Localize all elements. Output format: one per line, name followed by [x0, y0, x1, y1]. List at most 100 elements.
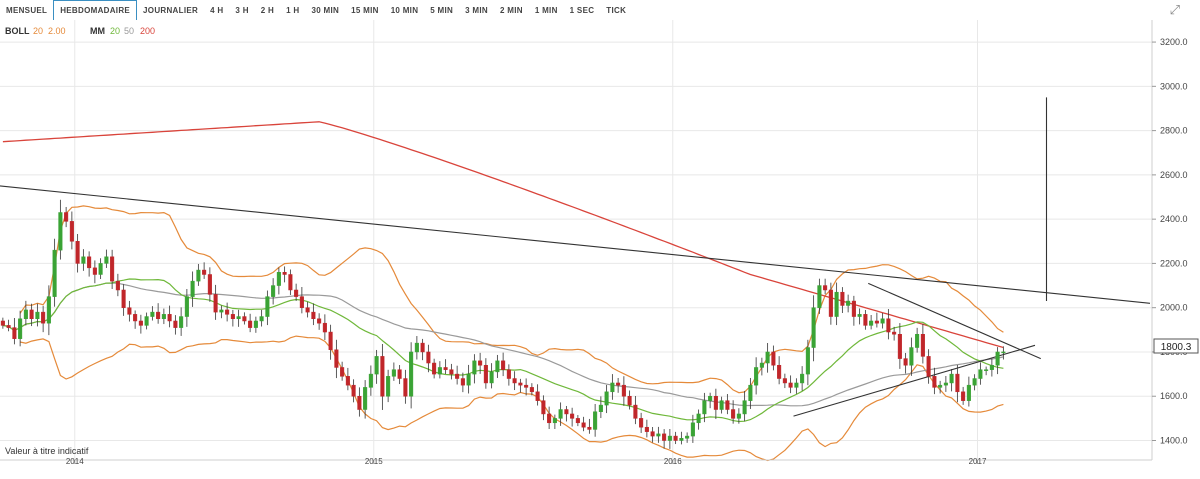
candle-body: [144, 316, 149, 326]
candle-body: [380, 356, 385, 397]
price-tick-label: 2800.0: [1160, 126, 1188, 136]
candle-body: [547, 413, 552, 424]
candle-body: [202, 269, 207, 275]
candle-body: [403, 378, 408, 397]
candle-body: [506, 369, 511, 379]
candle-body: [834, 291, 839, 317]
tab-journalier[interactable]: JOURNALIER: [137, 0, 204, 20]
candle-body: [368, 373, 373, 388]
candle-body: [811, 307, 816, 348]
candle-body: [167, 314, 172, 322]
candle-body: [397, 369, 402, 379]
candle-body: [161, 314, 166, 320]
disclaimer: Valeur à titre indicatif: [5, 446, 89, 456]
tab-10-min[interactable]: 10 MIN: [385, 0, 425, 20]
legend-boll-params: 20 2.00: [33, 26, 66, 36]
candle-body: [869, 320, 874, 326]
tab-2-min[interactable]: 2 MIN: [494, 0, 529, 20]
candle-body: [800, 373, 805, 384]
candle-body: [673, 435, 678, 441]
candle-body: [966, 384, 971, 401]
candle-body: [288, 274, 293, 291]
price-chart: 1400.01600.01800.02000.02200.02400.02600…: [0, 20, 1200, 479]
candle-body: [271, 285, 276, 297]
candle-body: [644, 426, 649, 432]
candle-body: [587, 426, 592, 430]
tab-3-min[interactable]: 3 MIN: [459, 0, 494, 20]
candle-body: [253, 320, 258, 328]
candle-body: [58, 212, 63, 251]
candle-body: [920, 334, 925, 357]
candle-body: [731, 409, 736, 419]
candle-body: [610, 382, 615, 393]
candle-body: [104, 256, 109, 264]
candle-body: [489, 371, 494, 384]
legend-mm-200: 200: [140, 26, 155, 36]
candle-body: [196, 269, 201, 282]
candle-body: [276, 272, 281, 286]
fullscreen-icon[interactable]: ⤢: [1170, 2, 1180, 18]
tab-4-h[interactable]: 4 H: [204, 0, 229, 20]
candle-body: [949, 373, 954, 384]
candle-body: [955, 373, 960, 393]
candle-body: [725, 400, 730, 410]
tab-30-min[interactable]: 30 MIN: [306, 0, 346, 20]
candle-body: [851, 300, 856, 317]
tab-1-h[interactable]: 1 H: [280, 0, 305, 20]
candle-body: [713, 395, 718, 410]
candle-body: [575, 418, 580, 424]
candle-body: [759, 362, 764, 368]
candle-body: [690, 422, 695, 437]
price-tick-label: 2600.0: [1160, 170, 1188, 180]
tab-2-h[interactable]: 2 H: [255, 0, 280, 20]
candle-body: [995, 351, 1000, 366]
candle-body: [110, 256, 115, 282]
candle-body: [604, 391, 609, 406]
tab-mensuel[interactable]: MENSUEL: [0, 0, 53, 20]
candle-body: [742, 400, 747, 415]
candle-body: [932, 376, 937, 388]
candle-body: [857, 314, 862, 317]
candle-body: [984, 369, 989, 371]
candle-body: [299, 296, 304, 308]
legend-boll: BOLL: [5, 26, 30, 36]
tab-tick[interactable]: TICK: [600, 0, 632, 20]
candle-body: [535, 391, 540, 401]
candle-body: [409, 351, 414, 397]
candle-body: [581, 422, 586, 428]
price-tick-label: 1400.0: [1160, 436, 1188, 446]
candle-body: [621, 384, 626, 397]
tab-3-h[interactable]: 3 H: [229, 0, 254, 20]
candle-body: [943, 382, 948, 386]
candle-body: [363, 387, 368, 410]
candle-body: [432, 362, 437, 375]
candle-body: [230, 314, 235, 320]
tab-1-min[interactable]: 1 MIN: [529, 0, 564, 20]
candle-body: [334, 349, 339, 368]
candle-body: [754, 367, 759, 386]
tab-hebdomadaire[interactable]: HEBDOMADAIRE: [53, 0, 138, 20]
candle-body: [529, 387, 534, 393]
price-tick-label: 2200.0: [1160, 258, 1188, 268]
legend-mm-20: 20: [110, 26, 120, 36]
candle-body: [443, 367, 448, 370]
candle-body: [524, 384, 529, 388]
candle-body: [926, 356, 931, 377]
candle-body: [173, 320, 178, 328]
tab-1-sec[interactable]: 1 SEC: [564, 0, 601, 20]
candle-body: [133, 314, 138, 322]
candle-body: [989, 364, 994, 370]
candle-body: [138, 320, 143, 326]
tab-5-min[interactable]: 5 MIN: [424, 0, 459, 20]
candle-body: [0, 320, 5, 326]
candle-body: [460, 378, 465, 386]
candle-body: [541, 400, 546, 415]
candle-body: [782, 378, 787, 384]
candle-body: [69, 221, 74, 242]
tab-15-min[interactable]: 15 MIN: [345, 0, 385, 20]
candle-body: [156, 311, 161, 320]
candle-body: [219, 309, 224, 313]
candle-body: [788, 382, 793, 388]
candle-body: [121, 289, 126, 308]
time-tick-label: 2015: [365, 457, 383, 466]
